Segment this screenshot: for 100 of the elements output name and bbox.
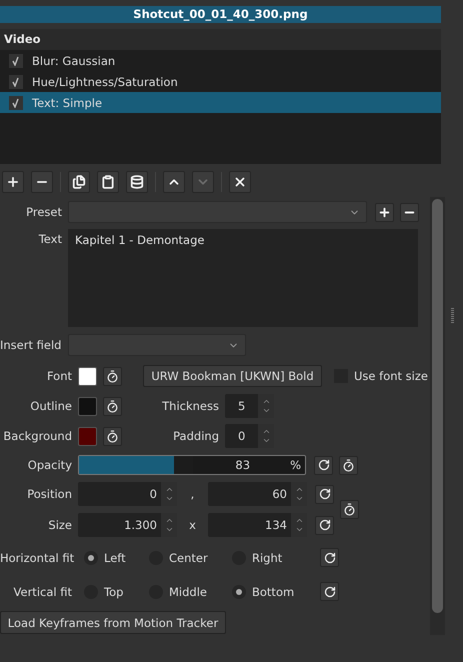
stopwatch-button[interactable] <box>340 500 359 519</box>
scrollbar-thumb[interactable] <box>432 199 443 613</box>
checkbox[interactable] <box>9 54 23 68</box>
copy-icon <box>72 175 86 189</box>
spin-box[interactable]: 0 <box>78 482 177 506</box>
field-label: Outline <box>29 399 72 413</box>
checkbox[interactable] <box>9 96 23 110</box>
checkmark-icon <box>12 98 20 108</box>
text-field[interactable]: Kapitel 1 - Demontage <box>68 229 418 327</box>
reset-button[interactable] <box>314 456 333 474</box>
color-swatch[interactable] <box>78 426 97 446</box>
close-button[interactable] <box>229 171 251 193</box>
reset-button[interactable] <box>315 484 334 504</box>
spin-down-icon[interactable] <box>294 494 304 503</box>
add-preset-button[interactable] <box>375 202 394 222</box>
spin-up-icon[interactable] <box>294 516 304 525</box>
reset-icon <box>324 552 336 564</box>
field-label: Preset <box>25 205 62 219</box>
checkmark-icon <box>12 76 20 86</box>
spin-down-icon[interactable] <box>262 406 270 415</box>
reset-button[interactable] <box>315 516 334 534</box>
field-label: Position <box>26 487 72 501</box>
radio-button[interactable] <box>232 584 246 598</box>
remove-preset-button[interactable] <box>400 202 419 222</box>
spin-box[interactable]: 1.300 <box>78 513 177 537</box>
radio-label: Bottom <box>252 584 294 598</box>
stopwatch-button[interactable] <box>103 426 122 446</box>
spin-down-icon[interactable] <box>164 525 174 534</box>
stopwatch-button[interactable] <box>103 396 122 416</box>
stopwatch-icon <box>342 458 355 472</box>
field-label: Thickness <box>161 399 219 413</box>
spin-box[interactable]: 60 <box>208 482 307 506</box>
spin-up-icon[interactable] <box>164 516 174 525</box>
spin-box[interactable]: 5 <box>225 394 274 418</box>
filter-row[interactable]: Hue/Lightness/Saturation <box>0 71 441 92</box>
reset-icon <box>318 519 330 531</box>
splitter-grip-icon[interactable] <box>450 308 454 324</box>
reset-button[interactable] <box>320 582 339 601</box>
stack-icon <box>130 175 144 189</box>
spin-up-icon[interactable] <box>294 485 304 494</box>
insert-field-dropdown[interactable] <box>68 334 246 356</box>
field-label: Size <box>47 518 72 532</box>
add-button[interactable] <box>2 171 24 193</box>
list-header: Video <box>0 29 441 50</box>
copy-button[interactable] <box>68 171 90 193</box>
load-keyframes-button[interactable]: Load Keyframes from Motion Tracker <box>0 611 226 634</box>
chevron-up-button[interactable] <box>163 171 185 193</box>
window-title: Shotcut_00_01_40_300.png <box>0 6 441 23</box>
remove-button[interactable] <box>31 171 53 193</box>
color-swatch[interactable] <box>78 366 97 386</box>
checkbox-label: Use font size <box>354 369 428 383</box>
stopwatch-button[interactable] <box>339 456 358 474</box>
spin-down-icon[interactable] <box>164 494 174 503</box>
filter-row[interactable]: Blur: Gaussian <box>0 50 441 71</box>
reset-icon <box>324 586 336 598</box>
spin-up-icon[interactable] <box>164 485 174 494</box>
field-label: Text <box>38 232 62 246</box>
stopwatch-icon <box>106 370 119 382</box>
filter-label: Hue/Lightness/Saturation <box>32 74 178 88</box>
separator-text: , <box>190 487 196 501</box>
stopwatch-icon <box>106 430 119 442</box>
field-label: Insert field <box>0 338 62 352</box>
radio-label: Middle <box>169 584 207 598</box>
paste-icon <box>101 175 115 189</box>
separator-text: x <box>188 518 197 532</box>
stopwatch-icon <box>106 400 119 412</box>
radio-label: Center <box>169 550 208 564</box>
stack-button[interactable] <box>126 171 148 193</box>
spin-up-icon[interactable] <box>262 397 270 406</box>
add-icon <box>378 206 391 218</box>
field-label: Font <box>46 369 72 383</box>
radio-label: Left <box>104 550 126 564</box>
color-swatch[interactable] <box>78 396 97 416</box>
close-icon <box>233 175 247 189</box>
font-button[interactable]: URW Bookman [UKWN] Bold <box>143 365 322 387</box>
reset-button[interactable] <box>320 548 339 567</box>
checkbox[interactable] <box>9 74 23 88</box>
field-label: Vertical fit <box>12 584 72 598</box>
radio-label: Right <box>252 550 282 564</box>
spin-box[interactable]: 0 <box>225 424 274 448</box>
spin-box[interactable]: 134 <box>208 513 307 537</box>
opacity-slider[interactable]: 83 % <box>78 455 306 475</box>
field-label: Horizontal fit <box>0 550 72 564</box>
field-label: Background <box>2 429 72 443</box>
field-label: Padding <box>172 429 219 443</box>
stopwatch-icon <box>343 503 356 516</box>
reset-icon <box>318 459 330 471</box>
spin-down-icon[interactable] <box>262 436 270 445</box>
radio-label: Top <box>104 584 124 598</box>
stopwatch-button[interactable] <box>103 366 122 386</box>
filter-row[interactable]: Text: Simple <box>0 92 441 113</box>
filter-label: Text: Simple <box>32 96 102 110</box>
radio-button[interactable] <box>84 550 98 564</box>
spin-up-icon[interactable] <box>262 427 270 436</box>
checkmark-icon <box>12 56 20 66</box>
spin-down-icon[interactable] <box>294 525 304 534</box>
add-icon <box>6 175 20 189</box>
reset-icon <box>318 488 330 500</box>
field-label: Opacity <box>26 458 72 472</box>
paste-button[interactable] <box>97 171 119 193</box>
